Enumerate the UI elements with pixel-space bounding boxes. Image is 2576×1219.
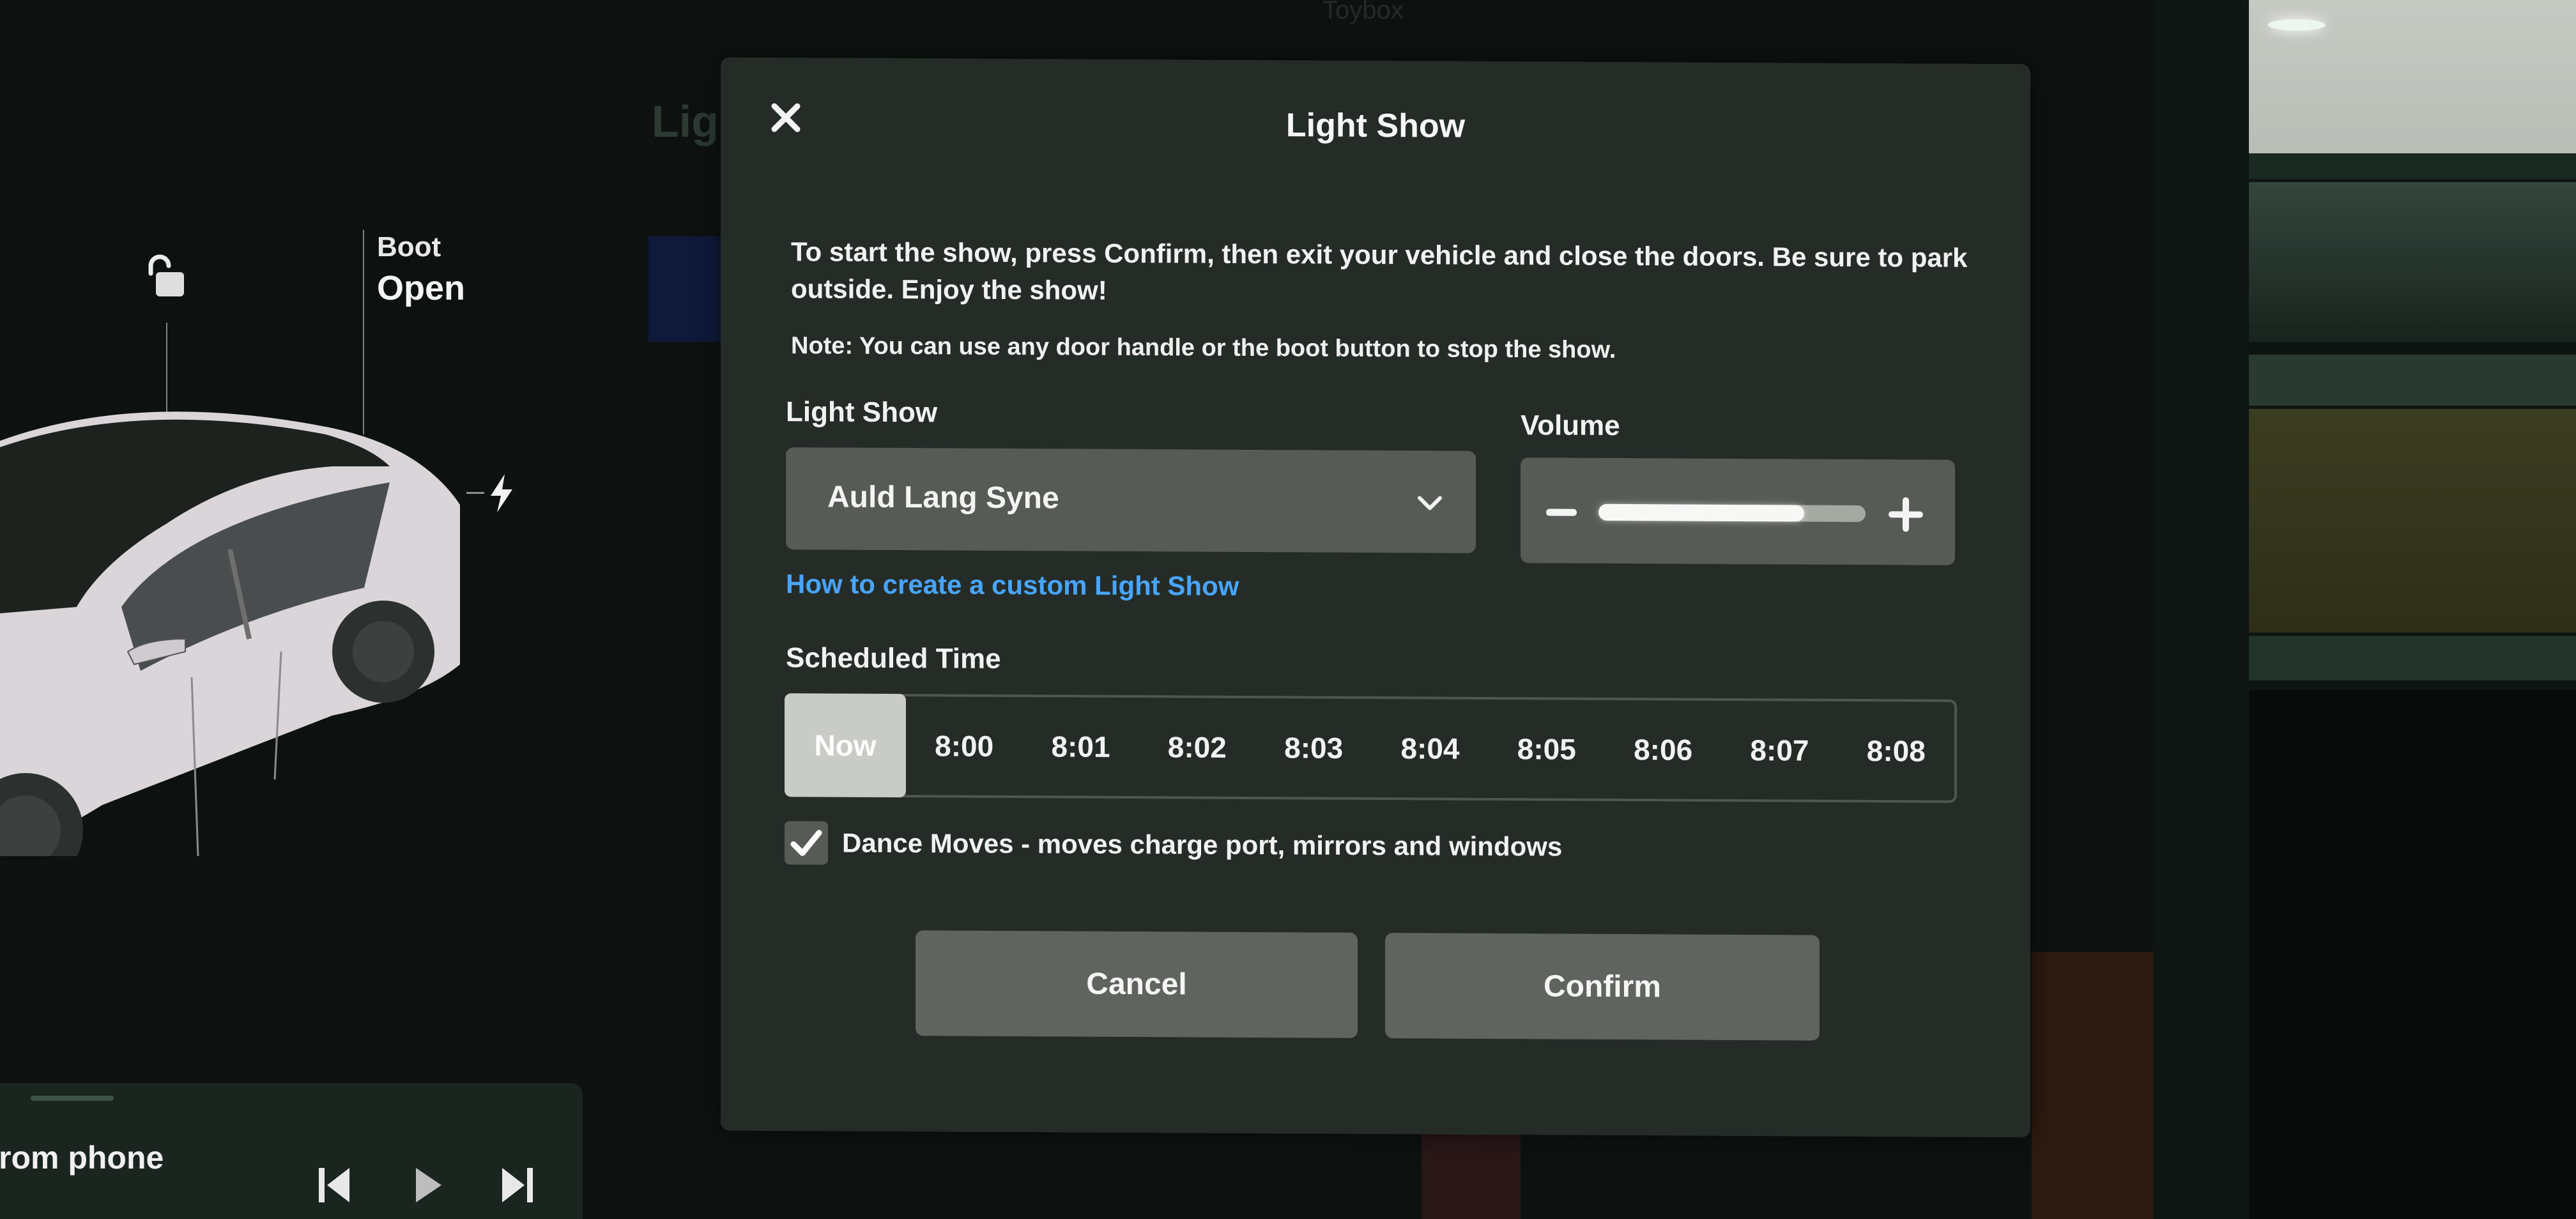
light-show-label: Light Show xyxy=(786,396,938,429)
volume-control xyxy=(1521,457,1955,565)
background-tile xyxy=(2032,952,2153,1219)
custom-light-show-link[interactable]: How to create a custom Light Show xyxy=(786,569,1239,602)
background-tile xyxy=(1422,1124,1521,1219)
background-tab-bar: Toybox xyxy=(639,0,1533,26)
screen-bezel xyxy=(2153,0,2249,1219)
play-icon[interactable] xyxy=(412,1163,444,1208)
time-option[interactable]: 8:07 xyxy=(1721,701,1837,800)
note-text: Note: You can use any door handle or the… xyxy=(791,332,1616,364)
volume-up-icon[interactable] xyxy=(1886,494,1926,534)
scheduled-time-label: Scheduled Time xyxy=(786,642,1001,675)
time-option[interactable]: 8:00 xyxy=(906,696,1022,795)
cancel-button[interactable]: Cancel xyxy=(916,930,1358,1038)
vehicle-image xyxy=(0,411,460,856)
volume-down-icon[interactable] xyxy=(1544,496,1579,528)
time-option[interactable]: 8:02 xyxy=(1139,698,1255,797)
time-option[interactable]: 8:01 xyxy=(1022,697,1138,796)
time-option[interactable]: 8:03 xyxy=(1255,698,1372,797)
car-dashboard-photo xyxy=(2249,0,2576,1219)
light-show-dropdown[interactable]: Auld Lang Syne xyxy=(786,447,1476,553)
time-option[interactable]: 8:05 xyxy=(1489,700,1605,799)
media-player-drag-handle[interactable] xyxy=(31,1096,114,1101)
time-option[interactable]: 8:04 xyxy=(1372,699,1488,798)
light-show-selected-value: Auld Lang Syne xyxy=(827,480,1059,516)
unlocked-padlock-icon[interactable] xyxy=(142,254,188,299)
media-source-label: rom phone xyxy=(0,1140,164,1176)
previous-track-icon[interactable] xyxy=(316,1163,355,1208)
scheduled-time-selector: Now 8:00 8:01 8:02 8:03 8:04 8:05 8:06 8:07 8:08 xyxy=(785,693,1957,803)
light-show-dialog: Light Show To start the show, press Conf… xyxy=(721,57,2030,1138)
confirm-button[interactable]: Confirm xyxy=(1385,933,1820,1041)
lightning-bolt-icon[interactable] xyxy=(486,473,518,514)
time-option[interactable]: 8:06 xyxy=(1605,700,1721,799)
volume-slider[interactable] xyxy=(1598,503,1866,523)
dance-moves-label: Dance Moves - moves charge port, mirrors… xyxy=(842,827,1563,862)
background-tile xyxy=(648,236,725,342)
dance-moves-checkbox[interactable] xyxy=(785,821,828,865)
boot-status[interactable]: Open xyxy=(377,268,465,308)
volume-slider-fill xyxy=(1598,503,1804,522)
time-option[interactable]: Now xyxy=(785,693,906,798)
next-track-icon[interactable] xyxy=(497,1163,535,1208)
boot-label[interactable]: Boot xyxy=(377,231,441,263)
volume-label: Volume xyxy=(1521,410,1620,442)
background-heading: Lig xyxy=(652,96,719,146)
media-player: rom phone xyxy=(0,1083,583,1219)
dance-moves-option: Dance Moves - moves charge port, mirrors… xyxy=(785,821,1562,868)
charge-port-callout-line xyxy=(466,492,484,494)
dialog-title: Light Show xyxy=(1285,107,1466,145)
instructions-text: To start the show, press Confirm, then e… xyxy=(791,236,1968,305)
background-tab-toybox: Toybox xyxy=(1322,0,1404,24)
chevron-down-icon xyxy=(1418,496,1442,510)
checkmark-icon xyxy=(790,829,822,856)
time-option[interactable]: 8:08 xyxy=(1838,702,1954,801)
